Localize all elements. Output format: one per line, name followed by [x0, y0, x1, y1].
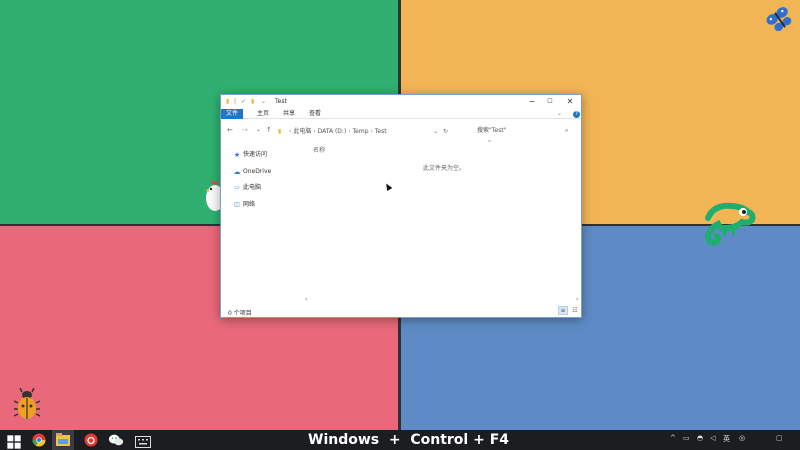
empty-folder-message: 此文件夹为空。	[423, 165, 466, 172]
refresh-icon[interactable]: ↻	[443, 126, 448, 138]
scroll-right-icon[interactable]: ›	[576, 296, 578, 303]
windows-start-icon[interactable]	[6, 434, 22, 450]
breadcrumb-data-drive[interactable]: DATA (D:)	[318, 128, 347, 135]
nav-item-quick-access[interactable]: ★ 快速访问	[229, 150, 299, 167]
sort-indicator-icon: ^	[487, 140, 493, 147]
battery-icon[interactable]: ▭	[683, 434, 690, 442]
tab-share[interactable]: 共享	[281, 109, 297, 119]
file-explorer-window[interactable]: ▮ | ✓ ▮ ⌄ Test − ☐ ✕ 文件 主页 共享 查看 ⌄ ? ← →…	[220, 94, 582, 318]
back-icon[interactable]: ←	[227, 126, 233, 134]
netease-music-icon[interactable]	[83, 432, 99, 448]
tab-file[interactable]: 文件	[221, 109, 243, 119]
window-title: Test	[275, 98, 287, 105]
keyboard-shortcut-overlay: Windows + Control + F4	[308, 432, 509, 448]
star-icon: ★	[233, 151, 241, 159]
tab-home[interactable]: 主页	[255, 109, 271, 119]
notification-center-icon[interactable]: ▢	[776, 434, 783, 442]
column-header-name[interactable]: 名称	[313, 145, 325, 154]
address-bar[interactable]: ▮ › 此电脑 › DATA (D:) › Temp › Test ⌄ ↻	[274, 125, 454, 137]
help-icon[interactable]: ?	[573, 111, 580, 118]
location-icon[interactable]: ◎	[739, 434, 745, 442]
ribbon-expand-icon[interactable]: ⌄	[557, 109, 562, 119]
scroll-left-icon[interactable]: ‹	[305, 296, 307, 303]
search-box[interactable]: 搜索"Test" ⌕	[473, 125, 575, 137]
tray-expand-icon[interactable]: ^	[670, 434, 676, 442]
new-folder-icon[interactable]: ▮	[251, 98, 254, 105]
nav-item-onedrive[interactable]: ☁ OneDrive	[229, 167, 299, 184]
nav-item-label: 网络	[243, 200, 256, 208]
network-icon: ◫	[234, 200, 240, 208]
volume-icon[interactable]: ◁	[710, 434, 715, 442]
breadcrumb-this-pc[interactable]: 此电脑	[293, 128, 311, 135]
ribbon-tabs: 文件 主页 共享 查看 ⌄ ?	[221, 109, 581, 119]
details-view-button[interactable]: ≡	[558, 306, 568, 315]
address-row: ← → ⌄ ↑ ▮ › 此电脑 › DATA (D:) › Temp › Tes…	[221, 124, 581, 138]
nav-item-label: OneDrive	[243, 167, 272, 175]
wechat-icon[interactable]	[108, 432, 124, 448]
navigation-pane: ★ 快速访问 ☁ OneDrive ▭ 此电脑 ◫ 网络	[229, 150, 299, 216]
network-status-icon[interactable]: ◓	[697, 434, 703, 442]
breadcrumb-test[interactable]: Test	[375, 128, 387, 135]
cloud-icon: ☁	[233, 167, 241, 176]
recent-locations-icon[interactable]: ⌄	[256, 126, 261, 133]
minimize-button[interactable]: −	[525, 96, 539, 107]
search-input[interactable]: 搜索"Test"	[477, 125, 506, 137]
quick-access-dropdown-icon[interactable]: ⌄	[261, 98, 266, 105]
separator: |	[234, 98, 237, 105]
nav-item-this-pc[interactable]: ▭ 此电脑	[229, 183, 299, 200]
folder-icon: ▮	[278, 128, 282, 135]
taskbar: Windows + Control + F4 ^ ▭ ◓ ◁ 英 ◎ ▢	[0, 430, 800, 450]
file-explorer-icon	[56, 433, 70, 446]
nav-item-label: 此电脑	[243, 184, 262, 191]
nav-item-network[interactable]: ◫ 网络	[229, 200, 299, 217]
beetle-icon	[14, 388, 40, 419]
input-method-icon[interactable]: 英	[723, 434, 730, 444]
computer-icon: ▭	[234, 184, 240, 191]
breadcrumb-temp[interactable]: Temp	[353, 128, 369, 135]
file-explorer-taskbar-button[interactable]	[52, 430, 74, 450]
folder-icon: ▮	[226, 98, 230, 105]
nav-item-label: 快速访问	[243, 151, 268, 158]
chrome-icon[interactable]	[31, 432, 47, 448]
up-icon[interactable]: ↑	[266, 126, 272, 134]
chameleon-icon	[704, 202, 756, 246]
properties-icon[interactable]: ✓	[241, 98, 246, 105]
search-icon[interactable]: ⌕	[565, 125, 568, 137]
address-dropdown-icon[interactable]: ⌄	[433, 126, 438, 138]
tab-view[interactable]: 查看	[307, 109, 323, 119]
keyboard-icon[interactable]	[135, 434, 151, 450]
maximize-button[interactable]: ☐	[543, 96, 557, 107]
butterfly-icon	[766, 7, 792, 32]
status-item-count: 0 个项目	[228, 310, 252, 317]
title-bar[interactable]: ▮ | ✓ ▮ ⌄ Test − ☐ ✕	[221, 95, 581, 109]
close-button[interactable]: ✕	[563, 96, 577, 107]
large-icons-view-button[interactable]: ☷	[570, 306, 580, 315]
forward-icon[interactable]: →	[242, 126, 248, 134]
